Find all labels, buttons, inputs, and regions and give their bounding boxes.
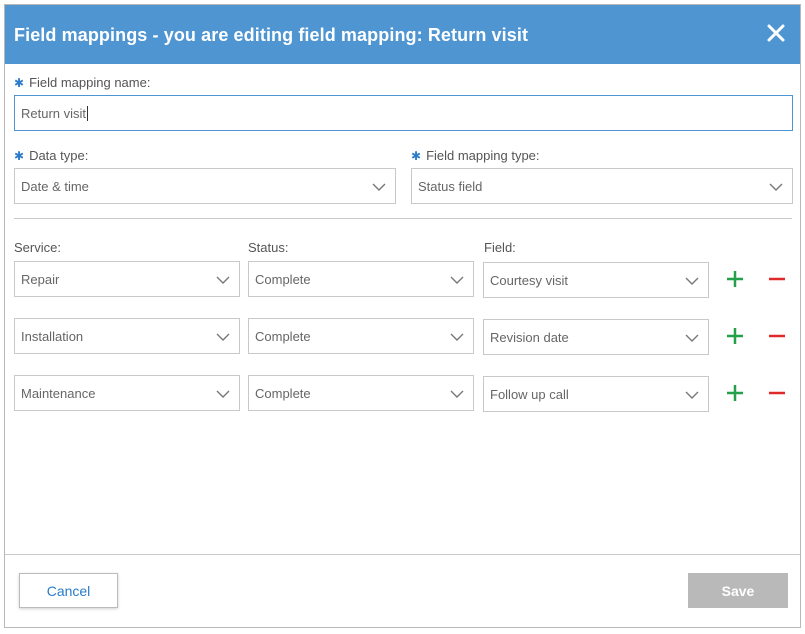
chevron-down-icon [450, 276, 464, 284]
close-icon[interactable] [765, 22, 787, 44]
field-mapping-dialog: Field mappings - you are editing field m… [4, 4, 801, 628]
field-select[interactable]: Revision date [483, 319, 709, 355]
status-select[interactable]: Complete [248, 318, 474, 354]
chevron-down-icon [216, 333, 230, 341]
add-row-icon[interactable] [725, 326, 745, 346]
required-marker: ✱ [411, 149, 422, 163]
data-type-select[interactable]: Date & time [14, 168, 396, 204]
field-mapping-name-value: Return visit [21, 106, 87, 121]
chevron-down-icon [769, 183, 783, 191]
dialog-header: Field mappings - you are editing field m… [5, 5, 800, 64]
cancel-button[interactable]: Cancel [19, 573, 118, 608]
remove-row-icon[interactable] [767, 326, 787, 346]
status-value: Complete [255, 386, 311, 401]
remove-row-icon[interactable] [767, 269, 787, 289]
chevron-down-icon [685, 277, 699, 285]
field-mapping-name-input[interactable]: Return visit [14, 95, 793, 131]
required-marker: ✱ [14, 76, 25, 90]
status-select[interactable]: Complete [248, 261, 474, 297]
field-value: Revision date [490, 330, 569, 345]
field-select[interactable]: Courtesy visit [483, 262, 709, 298]
chevron-down-icon [450, 333, 464, 341]
field-value: Follow up call [490, 387, 569, 402]
section-divider [14, 218, 792, 219]
service-value: Installation [21, 329, 84, 344]
service-select[interactable]: Maintenance [14, 375, 240, 411]
chevron-down-icon [450, 390, 464, 398]
service-value: Repair [21, 272, 60, 287]
mapping-type-select[interactable]: Status field [411, 168, 793, 204]
data-type-label: ✱ Data type: [14, 148, 88, 163]
service-value: Maintenance [21, 386, 96, 401]
field-mapping-name-label-text: Field mapping name: [29, 75, 151, 90]
chevron-down-icon [685, 334, 699, 342]
column-header-service: Service: [14, 240, 61, 255]
status-select[interactable]: Complete [248, 375, 474, 411]
mapping-type-value: Status field [418, 179, 483, 194]
service-select[interactable]: Repair [14, 261, 240, 297]
chevron-down-icon [216, 390, 230, 398]
add-row-icon[interactable] [725, 269, 745, 289]
status-value: Complete [255, 329, 311, 344]
chevron-down-icon [216, 276, 230, 284]
chevron-down-icon [372, 183, 386, 191]
mapping-type-label-text: Field mapping type: [426, 148, 540, 163]
mapping-type-label: ✱ Field mapping type: [411, 148, 540, 163]
chevron-down-icon [685, 391, 699, 399]
status-value: Complete [255, 272, 311, 287]
column-header-field: Field: [484, 240, 516, 255]
service-select[interactable]: Installation [14, 318, 240, 354]
text-cursor [87, 106, 89, 121]
remove-row-icon[interactable] [767, 383, 787, 403]
footer-divider [5, 554, 800, 555]
required-marker: ✱ [14, 149, 25, 163]
dialog-title: Field mappings - you are editing field m… [14, 25, 529, 45]
save-button[interactable]: Save [688, 573, 788, 608]
data-type-value: Date & time [21, 179, 89, 194]
column-header-status: Status: [248, 240, 289, 255]
data-type-label-text: Data type: [29, 148, 89, 163]
field-mapping-name-label: ✱ Field mapping name: [14, 75, 150, 90]
field-select[interactable]: Follow up call [483, 376, 709, 412]
add-row-icon[interactable] [725, 383, 745, 403]
field-value: Courtesy visit [490, 273, 569, 288]
